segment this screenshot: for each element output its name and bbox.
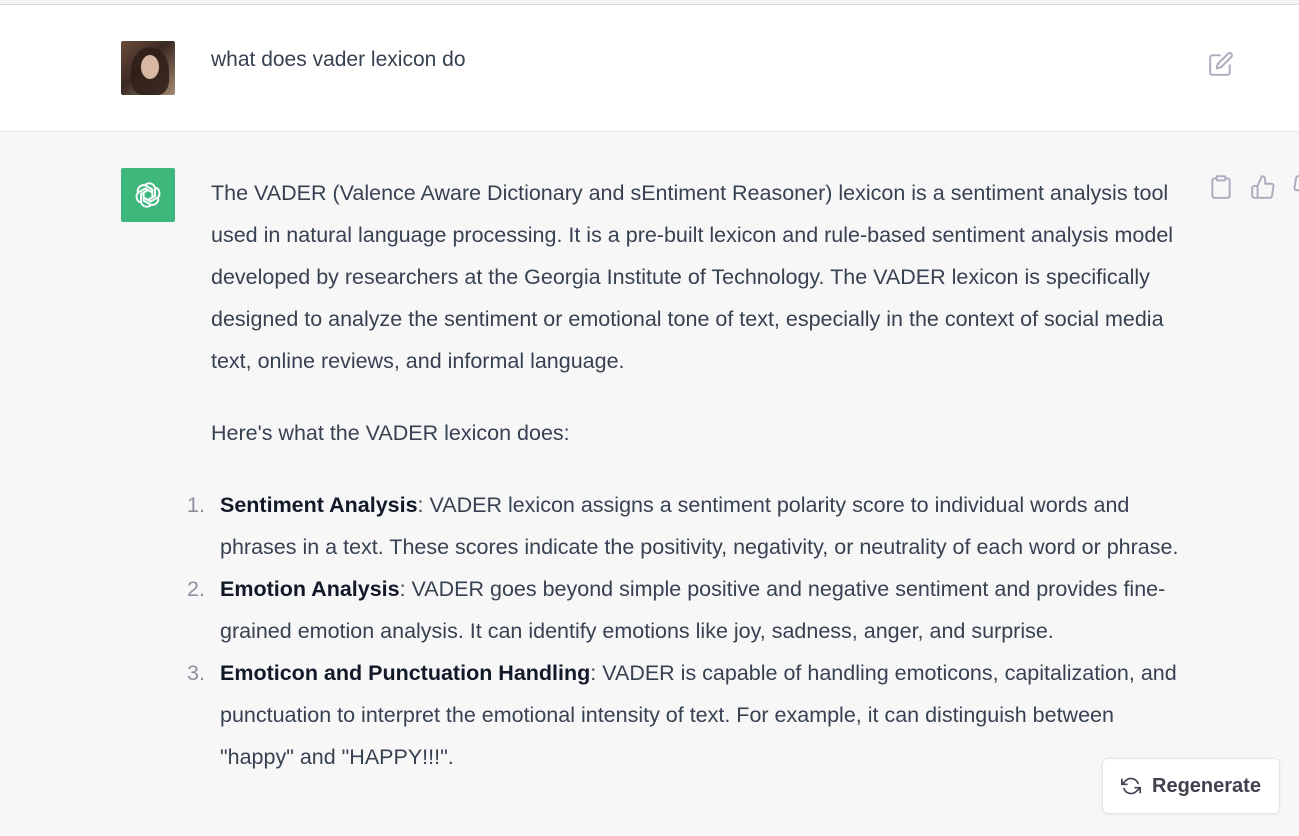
thumbs-up-icon[interactable] bbox=[1250, 174, 1276, 200]
list-item-title: Emotion Analysis bbox=[220, 577, 400, 601]
list-item: 3. Emoticon and Punctuation Handling: VAD… bbox=[187, 652, 1191, 778]
list-number: 1. bbox=[187, 493, 205, 517]
list-number: 3. bbox=[187, 661, 205, 685]
assistant-paragraph: The VADER (Valence Aware Dictionary and … bbox=[211, 181, 1174, 373]
list-item-title: Emoticon and Punctuation Handling bbox=[220, 661, 591, 685]
refresh-icon bbox=[1121, 776, 1141, 802]
user-avatar bbox=[121, 41, 175, 95]
list-number: 2. bbox=[187, 577, 205, 601]
assistant-message-row: The VADER (Valence Aware Dictionary and … bbox=[0, 132, 1299, 836]
assistant-intro: Here's what the VADER lexicon does: bbox=[211, 421, 570, 445]
regenerate-label: Regenerate bbox=[1152, 775, 1261, 797]
user-message-row: what does vader lexicon do bbox=[0, 5, 1299, 132]
list-item-title: Sentiment Analysis bbox=[220, 493, 418, 517]
assistant-list: 1. Sentiment Analysis: VADER lexicon assi… bbox=[187, 484, 1191, 778]
assistant-message-content: The VADER (Valence Aware Dictionary and … bbox=[187, 172, 1191, 778]
openai-logo-icon bbox=[121, 168, 175, 222]
user-message-text: what does vader lexicon do bbox=[211, 48, 466, 71]
list-item: 2. Emotion Analysis: VADER goes beyond si… bbox=[187, 568, 1191, 652]
edit-icon[interactable] bbox=[1208, 51, 1234, 77]
avatar-face bbox=[141, 55, 159, 79]
clipboard-icon[interactable] bbox=[1208, 174, 1234, 200]
regenerate-button[interactable]: Regenerate bbox=[1102, 758, 1280, 814]
list-item: 1. Sentiment Analysis: VADER lexicon assi… bbox=[187, 484, 1191, 568]
thumbs-down-icon[interactable] bbox=[1292, 174, 1299, 200]
